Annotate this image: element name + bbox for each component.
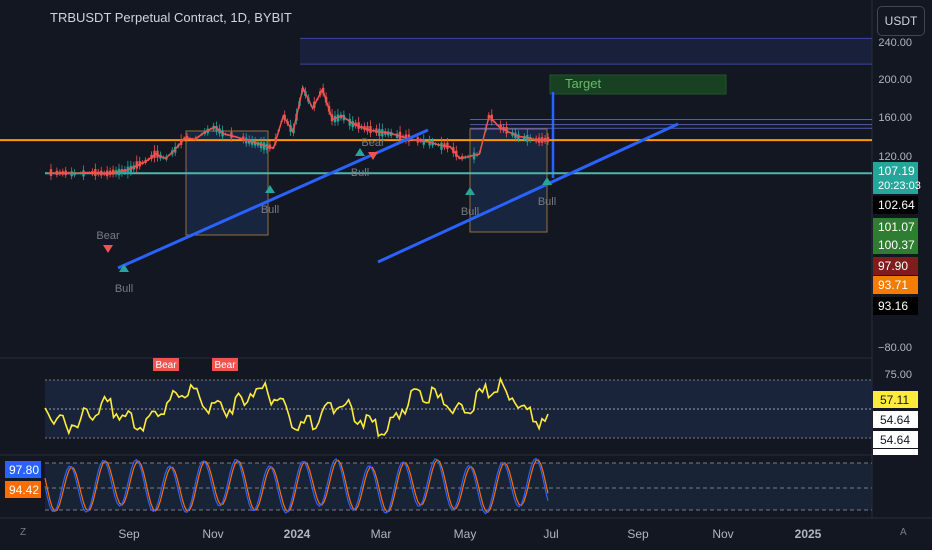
timezone-button[interactable]: Z	[20, 527, 26, 538]
time-tick-label: Sep	[627, 527, 649, 541]
time-tick-label: 2025	[795, 527, 822, 541]
chart-canvas: Target Bear Bull Bull Bear Bull Bull Bull Bear…	[0, 0, 932, 550]
bull-label: Bull	[538, 196, 556, 208]
resistance-zone	[300, 38, 872, 65]
bull-label: Bull	[461, 206, 479, 218]
rsi-tag-label: 54.64	[880, 413, 910, 427]
currency-button[interactable]: USDT	[877, 6, 925, 36]
chart-title: TRBUSDT Perpetual Contract, 1D, BYBIT	[50, 10, 292, 25]
stoch-tag-label: 94.42	[9, 483, 39, 497]
rsi-bear-label: Bear	[155, 360, 177, 371]
bull-label: Bull	[261, 204, 279, 216]
auto-scale-button[interactable]: A	[900, 527, 907, 538]
bear-label: Bear	[361, 137, 385, 149]
time-tick-label: Jul	[543, 527, 558, 541]
bear-label: Bear	[96, 230, 120, 242]
price-tag-label: 102.64	[878, 198, 915, 212]
price-tag-label: 97.90	[878, 259, 908, 273]
price-tick-label: 200.00	[878, 74, 912, 86]
price-tag-label: 93.16	[878, 299, 908, 313]
rsi-tick-label: 75.00	[884, 369, 912, 381]
bull-label: Bull	[351, 167, 369, 179]
countdown-label: 20:23:03	[878, 180, 921, 192]
time-tick-label: Sep	[118, 527, 140, 541]
rsi-tag-label: 57.11	[880, 393, 909, 407]
stoch-tag-label: 97.80	[9, 463, 39, 477]
rsi-bear-label: Bear	[214, 360, 236, 371]
price-tick-label: 120.00	[878, 151, 912, 163]
rsi-tag-clipped	[873, 449, 918, 455]
rsi-tag-label: 54.64	[880, 433, 910, 447]
price-tick-label: 240.00	[878, 37, 912, 49]
price-tick-label: 160.00	[878, 112, 912, 124]
time-tick-label: Mar	[371, 527, 392, 541]
bull-label: Bull	[115, 283, 133, 295]
time-tick-label: Nov	[202, 527, 223, 541]
price-tag-label: 100.37	[878, 238, 915, 252]
price-tick-label: −80.00	[878, 342, 912, 354]
time-tick-label: Nov	[712, 527, 733, 541]
price-tag-label: 107.19	[878, 164, 915, 178]
target-label: Target	[565, 76, 602, 91]
time-tick-label: 2024	[284, 527, 311, 541]
time-tick-label: May	[454, 527, 477, 541]
price-tag-label: 101.07	[878, 220, 915, 234]
price-tag-label: 93.71	[878, 278, 908, 292]
